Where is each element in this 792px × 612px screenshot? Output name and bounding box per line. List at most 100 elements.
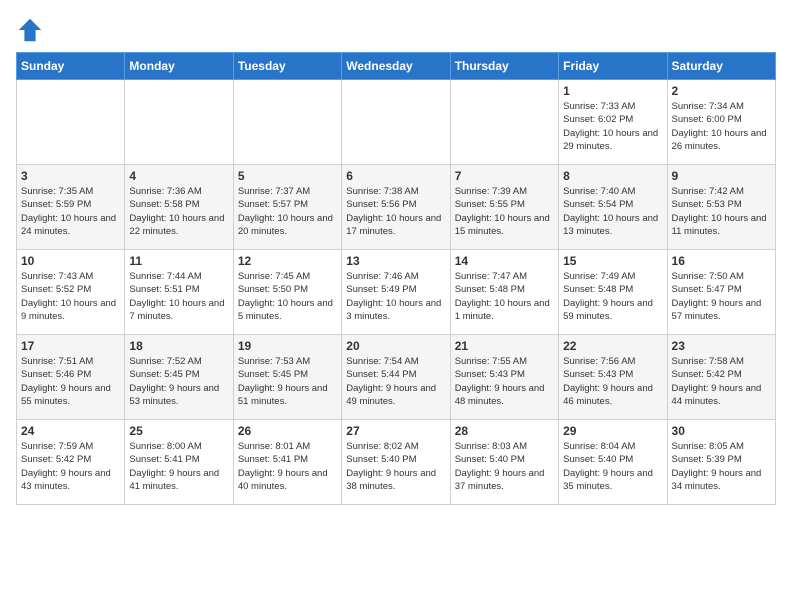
- calendar-cell: 30Sunrise: 8:05 AMSunset: 5:39 PMDayligh…: [667, 420, 775, 505]
- day-number: 27: [346, 424, 445, 438]
- calendar-cell: 18Sunrise: 7:52 AMSunset: 5:45 PMDayligh…: [125, 335, 233, 420]
- day-number: 24: [21, 424, 120, 438]
- day-info: Sunrise: 8:03 AMSunset: 5:40 PMDaylight:…: [455, 440, 554, 493]
- calendar-cell: 16 Sunrise: 7:50 AMSunset: 5:47 PMDayligh…: [667, 250, 775, 335]
- day-info: Sunrise: 7:34 AMSunset: 6:00 PMDaylight:…: [672, 100, 771, 153]
- calendar-cell: 1Sunrise: 7:33 AMSunset: 6:02 PMDaylight…: [559, 80, 667, 165]
- day-info: Sunrise: 7:42 AMSunset: 5:53 PMDaylight:…: [672, 185, 771, 238]
- day-info: Sunrise: 7:47 AMSunset: 5:48 PMDaylight:…: [455, 270, 554, 323]
- day-info: Sunrise: 7:54 AMSunset: 5:44 PMDaylight:…: [346, 355, 445, 408]
- day-info: Sunrise: 7:49 AMSunset: 5:48 PMDaylight:…: [563, 270, 662, 323]
- day-number: 3: [21, 169, 120, 183]
- calendar-cell: 14 Sunrise: 7:47 AMSunset: 5:48 PMDayligh…: [450, 250, 558, 335]
- calendar-cell: 25 Sunrise: 8:00 AMSunset: 5:41 PMDayligh…: [125, 420, 233, 505]
- day-number: 20: [346, 339, 445, 353]
- day-number: 29: [563, 424, 662, 438]
- day-info: Sunrise: 7:43 AMSunset: 5:52 PMDaylight:…: [21, 270, 120, 323]
- calendar-cell: [125, 80, 233, 165]
- calendar-cell: 17 Sunrise: 7:51 AMSunset: 5:46 PMDayligh…: [17, 335, 125, 420]
- calendar-cell: 13Sunrise: 7:46 AMSunset: 5:49 PMDayligh…: [342, 250, 450, 335]
- day-number: 8: [563, 169, 662, 183]
- calendar-cell: [450, 80, 558, 165]
- calendar-week-row: 17 Sunrise: 7:51 AMSunset: 5:46 PMDayligh…: [17, 335, 776, 420]
- day-info: Sunrise: 8:02 AMSunset: 5:40 PMDaylight:…: [346, 440, 445, 493]
- calendar-cell: [17, 80, 125, 165]
- calendar-cell: 6 Sunrise: 7:38 AMSunset: 5:56 PMDaylight…: [342, 165, 450, 250]
- day-info: Sunrise: 8:00 AMSunset: 5:41 PMDaylight:…: [129, 440, 228, 493]
- day-number: 11: [129, 254, 228, 268]
- calendar-week-row: 1Sunrise: 7:33 AMSunset: 6:02 PMDaylight…: [17, 80, 776, 165]
- calendar-week-row: 24Sunrise: 7:59 AMSunset: 5:42 PMDayligh…: [17, 420, 776, 505]
- calendar-cell: 19 Sunrise: 7:53 AMSunset: 5:45 PMDayligh…: [233, 335, 341, 420]
- logo-icon: [16, 16, 44, 44]
- calendar-cell: 7Sunrise: 7:39 AMSunset: 5:55 PMDaylight…: [450, 165, 558, 250]
- calendar-cell: 8 Sunrise: 7:40 AMSunset: 5:54 PMDaylight…: [559, 165, 667, 250]
- calendar-cell: 3 Sunrise: 7:35 AMSunset: 5:59 PMDaylight…: [17, 165, 125, 250]
- day-info: Sunrise: 8:05 AMSunset: 5:39 PMDaylight:…: [672, 440, 771, 493]
- day-number: 28: [455, 424, 554, 438]
- day-info: Sunrise: 7:56 AMSunset: 5:43 PMDaylight:…: [563, 355, 662, 408]
- day-number: 6: [346, 169, 445, 183]
- calendar-cell: 2 Sunrise: 7:34 AMSunset: 6:00 PMDaylight…: [667, 80, 775, 165]
- calendar-cell: 20 Sunrise: 7:54 AMSunset: 5:44 PMDayligh…: [342, 335, 450, 420]
- day-of-week-header: Friday: [559, 53, 667, 80]
- day-info: Sunrise: 7:46 AMSunset: 5:49 PMDaylight:…: [346, 270, 445, 323]
- day-of-week-header: Monday: [125, 53, 233, 80]
- day-number: 10: [21, 254, 120, 268]
- day-number: 21: [455, 339, 554, 353]
- calendar-cell: 24Sunrise: 7:59 AMSunset: 5:42 PMDayligh…: [17, 420, 125, 505]
- day-number: 9: [672, 169, 771, 183]
- day-number: 12: [238, 254, 337, 268]
- page-header: [16, 16, 776, 44]
- day-info: Sunrise: 7:45 AMSunset: 5:50 PMDaylight:…: [238, 270, 337, 323]
- day-of-week-header: Saturday: [667, 53, 775, 80]
- day-number: 7: [455, 169, 554, 183]
- day-info: Sunrise: 7:36 AMSunset: 5:58 PMDaylight:…: [129, 185, 228, 238]
- day-info: Sunrise: 7:52 AMSunset: 5:45 PMDaylight:…: [129, 355, 228, 408]
- calendar-cell: 28 Sunrise: 8:03 AMSunset: 5:40 PMDayligh…: [450, 420, 558, 505]
- day-number: 15: [563, 254, 662, 268]
- calendar-cell: 12 Sunrise: 7:45 AMSunset: 5:50 PMDayligh…: [233, 250, 341, 335]
- calendar-cell: 21 Sunrise: 7:55 AMSunset: 5:43 PMDayligh…: [450, 335, 558, 420]
- day-number: 14: [455, 254, 554, 268]
- day-info: Sunrise: 7:44 AMSunset: 5:51 PMDaylight:…: [129, 270, 228, 323]
- calendar-cell: 15 Sunrise: 7:49 AMSunset: 5:48 PMDayligh…: [559, 250, 667, 335]
- day-number: 26: [238, 424, 337, 438]
- day-info: Sunrise: 7:40 AMSunset: 5:54 PMDaylight:…: [563, 185, 662, 238]
- calendar-cell: 10 Sunrise: 7:43 AMSunset: 5:52 PMDayligh…: [17, 250, 125, 335]
- day-info: Sunrise: 7:38 AMSunset: 5:56 PMDaylight:…: [346, 185, 445, 238]
- day-info: Sunrise: 7:37 AMSunset: 5:57 PMDaylight:…: [238, 185, 337, 238]
- day-info: Sunrise: 7:58 AMSunset: 5:42 PMDaylight:…: [672, 355, 771, 408]
- calendar-cell: 22 Sunrise: 7:56 AMSunset: 5:43 PMDayligh…: [559, 335, 667, 420]
- logo: [16, 16, 48, 44]
- calendar-cell: 4 Sunrise: 7:36 AMSunset: 5:58 PMDaylight…: [125, 165, 233, 250]
- calendar-cell: 27 Sunrise: 8:02 AMSunset: 5:40 PMDayligh…: [342, 420, 450, 505]
- calendar-cell: [233, 80, 341, 165]
- day-info: Sunrise: 7:50 AMSunset: 5:47 PMDaylight:…: [672, 270, 771, 323]
- day-number: 19: [238, 339, 337, 353]
- day-number: 22: [563, 339, 662, 353]
- day-of-week-header: Thursday: [450, 53, 558, 80]
- day-number: 17: [21, 339, 120, 353]
- day-info: Sunrise: 7:55 AMSunset: 5:43 PMDaylight:…: [455, 355, 554, 408]
- day-info: Sunrise: 7:51 AMSunset: 5:46 PMDaylight:…: [21, 355, 120, 408]
- calendar-cell: 9 Sunrise: 7:42 AMSunset: 5:53 PMDaylight…: [667, 165, 775, 250]
- day-info: Sunrise: 7:35 AMSunset: 5:59 PMDaylight:…: [21, 185, 120, 238]
- day-info: Sunrise: 8:04 AMSunset: 5:40 PMDaylight:…: [563, 440, 662, 493]
- calendar-cell: 5 Sunrise: 7:37 AMSunset: 5:57 PMDaylight…: [233, 165, 341, 250]
- calendar-cell: 29 Sunrise: 8:04 AMSunset: 5:40 PMDayligh…: [559, 420, 667, 505]
- day-number: 25: [129, 424, 228, 438]
- calendar-week-row: 3 Sunrise: 7:35 AMSunset: 5:59 PMDaylight…: [17, 165, 776, 250]
- calendar-cell: [342, 80, 450, 165]
- calendar-table: SundayMondayTuesdayWednesdayThursdayFrid…: [16, 52, 776, 505]
- calendar-cell: 26 Sunrise: 8:01 AMSunset: 5:41 PMDayligh…: [233, 420, 341, 505]
- day-info: Sunrise: 8:01 AMSunset: 5:41 PMDaylight:…: [238, 440, 337, 493]
- day-info: Sunrise: 7:53 AMSunset: 5:45 PMDaylight:…: [238, 355, 337, 408]
- calendar-week-row: 10 Sunrise: 7:43 AMSunset: 5:52 PMDayligh…: [17, 250, 776, 335]
- day-number: 5: [238, 169, 337, 183]
- day-number: 4: [129, 169, 228, 183]
- day-info: Sunrise: 7:33 AMSunset: 6:02 PMDaylight:…: [563, 100, 662, 153]
- calendar-cell: 23Sunrise: 7:58 AMSunset: 5:42 PMDayligh…: [667, 335, 775, 420]
- day-number: 2: [672, 84, 771, 98]
- day-number: 16: [672, 254, 771, 268]
